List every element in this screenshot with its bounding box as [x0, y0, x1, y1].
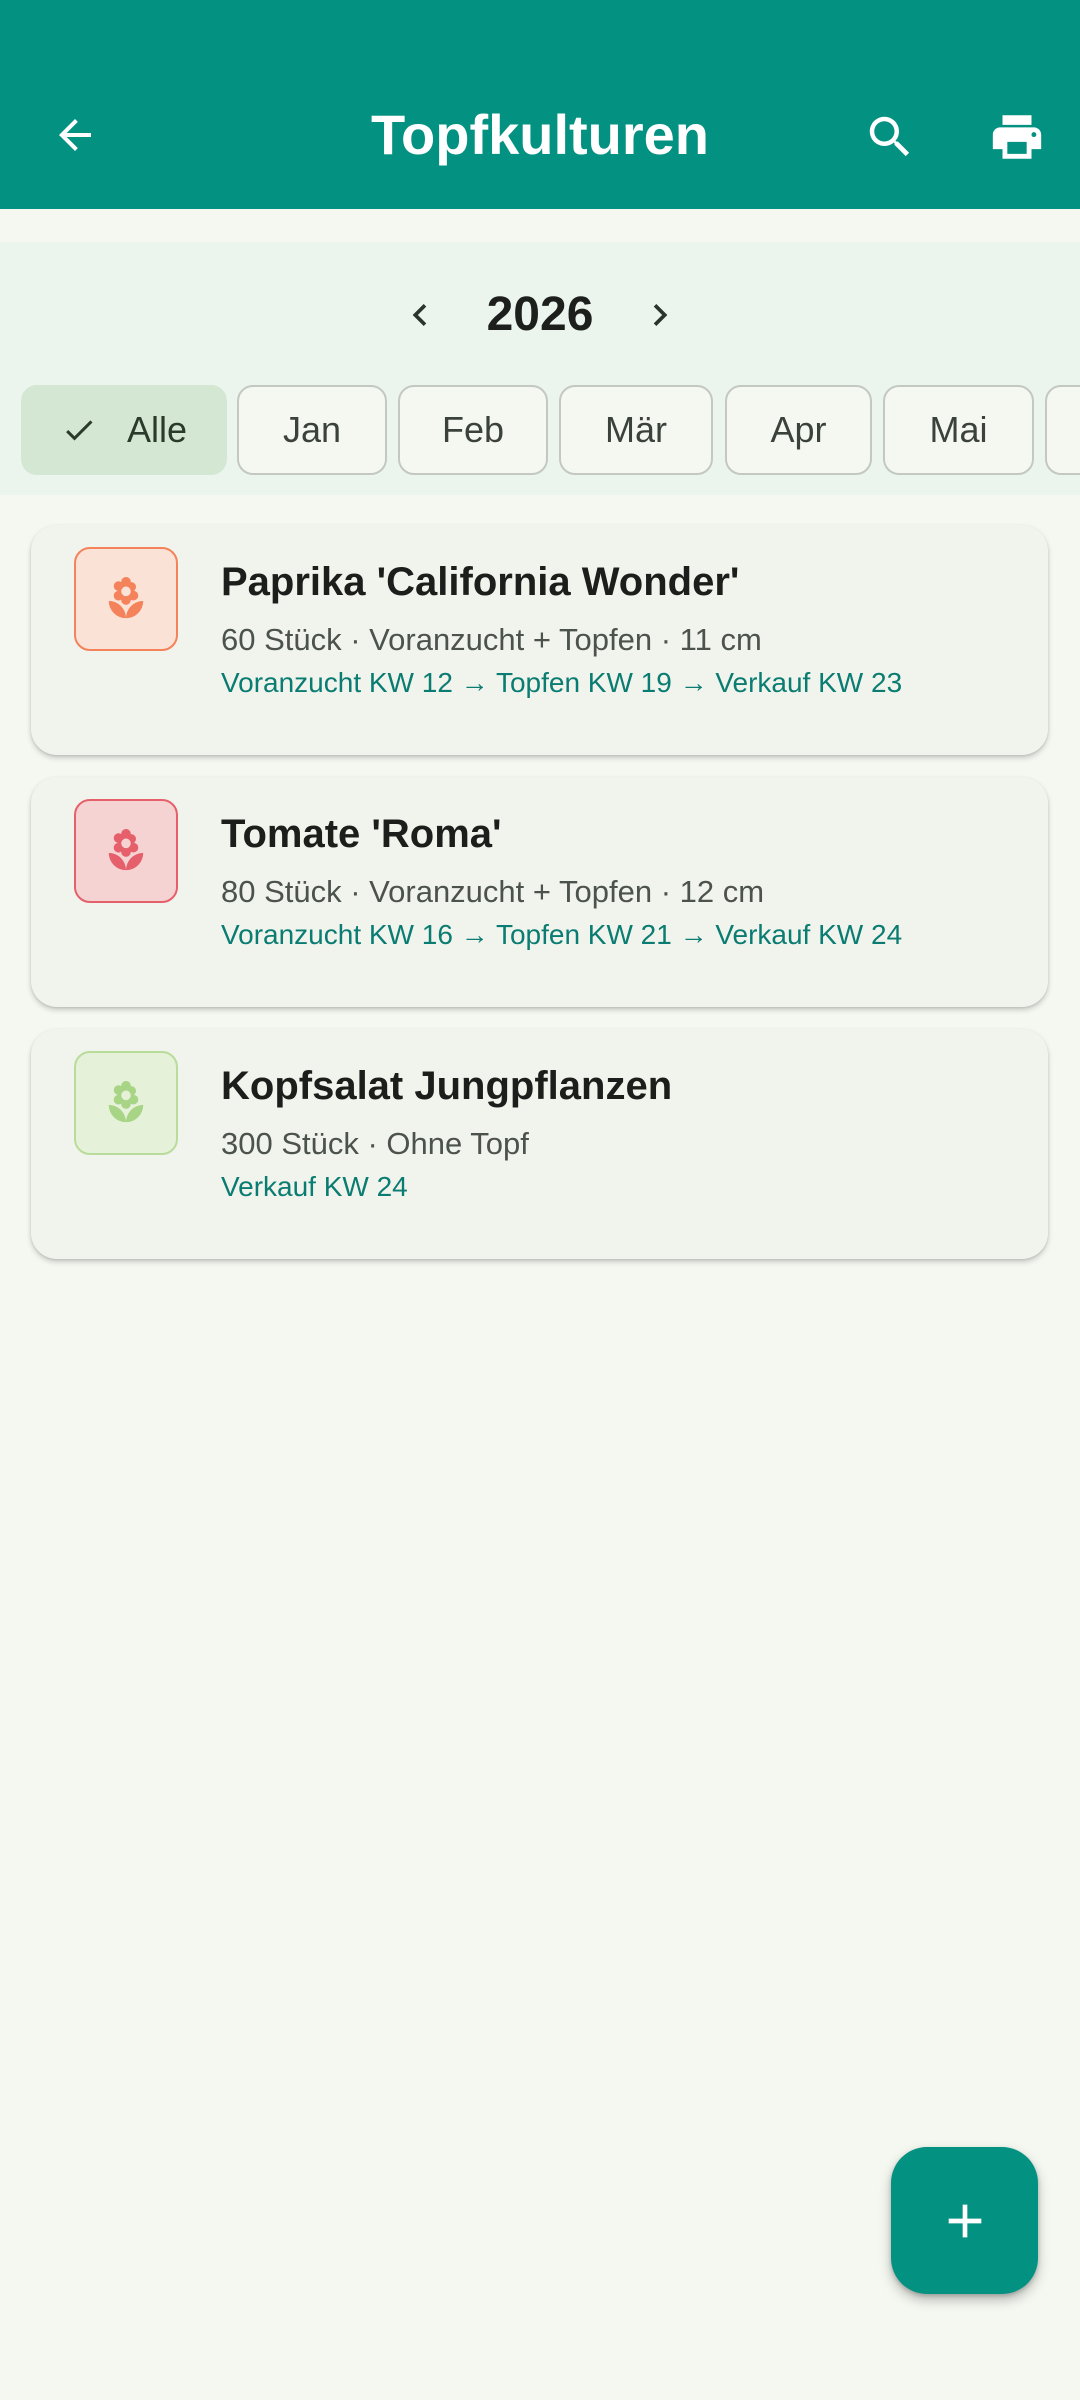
flower-icon [108, 576, 144, 619]
printer-icon [992, 115, 1042, 159]
culture-meta: 300 Stück · Ohne Topf [221, 1126, 529, 1161]
chevron-right-icon [653, 304, 668, 326]
chip-month-apr[interactable]: Apr [725, 385, 872, 475]
culture-card[interactable]: Kopfsalat Jungpflanzen 300 Stück · Ohne … [31, 1029, 1048, 1259]
chip-label: Mai [929, 409, 988, 450]
culture-schedule: Voranzucht KW 12 → Topfen KW 19 → Verkau… [221, 667, 903, 698]
culture-name: Paprika 'California Wonder' [221, 560, 740, 604]
culture-thumbnail [74, 547, 178, 651]
flower-icon [108, 1080, 144, 1123]
chip-label: Alle [126, 409, 188, 450]
plus-icon [948, 2204, 981, 2237]
culture-meta: 60 Stück · Voranzucht + Topfen · 11 cm [221, 622, 762, 657]
flower-icon [108, 828, 144, 871]
year-label: 2026 [486, 288, 594, 341]
chip-label: Mär [605, 409, 667, 450]
month-filter-chips: Alle Jan Feb Mär Apr Mai [0, 385, 1080, 477]
year-selector: 2026 [0, 270, 1080, 360]
culture-card[interactable]: Tomate 'Roma' 80 Stück · Voranzucht + To… [31, 777, 1048, 1007]
chip-label: Feb [441, 409, 505, 450]
check-icon [61, 412, 97, 448]
app-bar: Topfkulturen [0, 0, 1080, 209]
chip-month-next[interactable] [1045, 385, 1080, 475]
add-culture-button[interactable] [891, 2147, 1038, 2294]
chip-month-mai[interactable]: Mai [883, 385, 1034, 475]
chip-label: Jan [282, 409, 342, 450]
culture-thumbnail [74, 799, 178, 903]
search-icon [869, 116, 910, 157]
culture-schedule: Voranzucht KW 16 → Topfen KW 21 → Verkau… [221, 919, 903, 950]
chip-all[interactable]: Alle [21, 385, 227, 475]
chevron-left-icon [412, 304, 427, 326]
print-button[interactable] [980, 100, 1054, 174]
previous-year-button[interactable] [390, 280, 450, 350]
culture-schedule: Verkauf KW 24 [221, 1171, 408, 1202]
culture-name: Kopfsalat Jungpflanzen [221, 1064, 673, 1108]
culture-thumbnail [74, 1051, 178, 1155]
culture-name: Tomate 'Roma' [221, 812, 502, 856]
next-year-button[interactable] [630, 280, 690, 350]
culture-meta: 80 Stück · Voranzucht + Topfen · 12 cm [221, 874, 765, 909]
chip-month-feb[interactable]: Feb [398, 385, 548, 475]
header-spacer [0, 209, 1080, 242]
culture-card[interactable]: Paprika 'California Wonder' 60 Stück · V… [31, 525, 1048, 755]
chip-month-jan[interactable]: Jan [237, 385, 387, 475]
chip-month-mar[interactable]: Mär [559, 385, 713, 475]
chip-label: Apr [770, 409, 827, 450]
search-button[interactable] [853, 100, 927, 174]
